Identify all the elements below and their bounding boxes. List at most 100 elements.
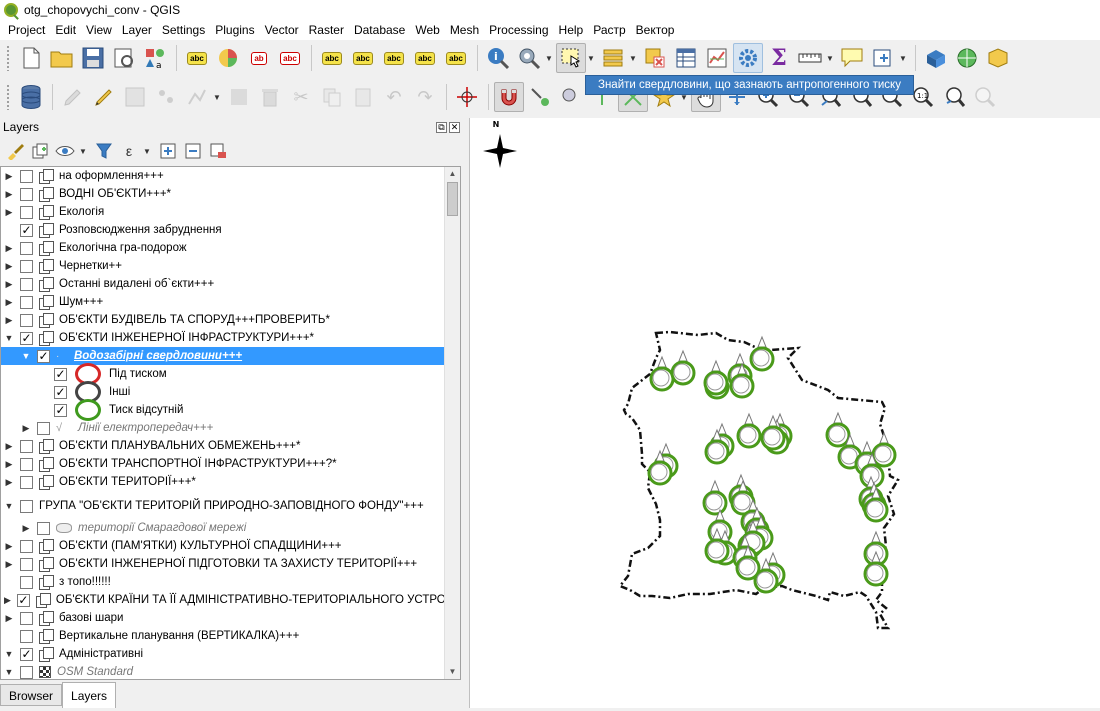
layer-diagram-button[interactable] — [213, 43, 243, 73]
layer-visibility-checkbox[interactable] — [20, 295, 33, 309]
print-layout-button[interactable] — [109, 43, 139, 73]
menu-8[interactable]: Database — [349, 23, 410, 37]
menu-0[interactable]: Project — [3, 23, 50, 37]
bookmark-dropdown[interactable]: ▼ — [899, 43, 907, 73]
map-canvas[interactable]: N — [469, 118, 1100, 708]
layer-visibility-checkbox[interactable] — [20, 187, 33, 201]
expand-arrow-icon[interactable]: ▼ — [4, 501, 14, 511]
layer-tree-row[interactable]: ▶ Шум+++ — [1, 293, 446, 311]
collapse-arrow-icon[interactable]: ▶ — [21, 423, 31, 434]
collapse-arrow-icon[interactable]: ▶ — [21, 523, 31, 534]
layer-tree-row[interactable]: ▶ ОБ'ЄКТИ ПЛАНУВАЛЬНИХ ОБМЕЖЕНЬ+++* — [1, 437, 446, 455]
layer-visibility-checkbox[interactable] — [20, 457, 33, 471]
add-feature-button[interactable] — [151, 82, 181, 112]
menu-14[interactable]: Вектор — [631, 23, 680, 37]
zoom-action-button[interactable] — [556, 82, 586, 112]
collapse-arrow-icon[interactable]: ▶ — [4, 477, 14, 488]
save-project-button[interactable] — [78, 43, 108, 73]
filter-by-expression-button[interactable]: ε — [118, 140, 140, 162]
undo-button[interactable]: ↶ — [379, 82, 409, 112]
expand-arrow-icon[interactable]: ▼ — [4, 649, 14, 659]
tab-layers[interactable]: Layers — [62, 682, 117, 708]
layer-tree-row[interactable]: ✓ Тиск відсутній — [1, 399, 446, 421]
menu-10[interactable]: Mesh — [445, 23, 484, 37]
redo-button[interactable]: ↷ — [410, 82, 440, 112]
layer-visibility-checkbox[interactable] — [20, 575, 33, 589]
toggle-editing-button[interactable] — [89, 82, 119, 112]
map-tips-button[interactable] — [837, 43, 867, 73]
layer-visibility-checkbox[interactable] — [20, 499, 33, 513]
menu-5[interactable]: Plugins — [210, 23, 259, 37]
well-marker[interactable] — [703, 359, 729, 396]
zoom-last-button[interactable] — [939, 82, 969, 112]
label-properties-button[interactable]: abc — [441, 43, 471, 73]
layer-visibility-checkbox[interactable] — [20, 169, 33, 183]
identify-features-button[interactable]: i — [483, 43, 513, 73]
layer-visibility-checkbox[interactable]: ✓ — [20, 647, 33, 661]
layer-tree-row[interactable]: ▶ ОБ'ЄКТИ ТРАНСПОРТНОЇ ІНФРАСТРУКТУРИ+++?… — [1, 455, 446, 473]
processing-toolbox-button[interactable] — [733, 43, 763, 73]
collapse-arrow-icon[interactable]: ▶ — [4, 171, 14, 182]
visibility-dropdown[interactable]: ▼ — [79, 136, 87, 166]
layer-tree-row[interactable]: ▶ Останні видалені об`єкти+++ — [1, 275, 446, 293]
add-georef-point-button[interactable] — [452, 82, 482, 112]
current-edits-button[interactable] — [58, 82, 88, 112]
collapse-arrow-icon[interactable]: ▶ — [4, 595, 11, 606]
move-label-button[interactable]: abc — [317, 43, 347, 73]
paste-features-button[interactable] — [348, 82, 378, 112]
show-hide-labels-button[interactable]: abc — [348, 43, 378, 73]
plugin-2-button[interactable] — [952, 43, 982, 73]
measure-dropdown[interactable]: ▼ — [826, 43, 834, 73]
layer-visibility-checkbox[interactable] — [20, 475, 33, 489]
layer-tree-row[interactable]: ▶ ОБ'ЄКТИ ТЕРИТОРІЇ+++* — [1, 473, 446, 491]
layer-tree-row[interactable]: ▶ √ Лінії електропередач+++ — [1, 419, 446, 437]
layer-visibility-checkbox[interactable]: ✓ — [20, 223, 33, 237]
collapse-arrow-icon[interactable]: ▶ — [4, 261, 14, 272]
layer-tree-row[interactable]: ▶ Чернетки++ — [1, 257, 446, 275]
deselect-features-button[interactable] — [640, 43, 670, 73]
layer-tree-row[interactable]: ▶ ВОДНІ ОБ'ЄКТИ+++* — [1, 185, 446, 203]
collapse-arrow-icon[interactable]: ▶ — [4, 207, 14, 218]
toolbar-handle[interactable] — [6, 45, 10, 71]
vertex-tool-button[interactable] — [182, 82, 212, 112]
delete-selected-button[interactable] — [255, 82, 285, 112]
well-marker[interactable] — [871, 431, 897, 468]
select-dropdown[interactable]: ▼ — [587, 43, 595, 73]
layer-tree-row[interactable]: ▼ ✓ · Водозабірні свердловини+++ — [1, 347, 446, 365]
menu-1[interactable]: Edit — [50, 23, 81, 37]
layer-visibility-checkbox[interactable]: ✓ — [54, 367, 67, 381]
collapse-arrow-icon[interactable]: ▶ — [4, 279, 14, 290]
layer-visibility-checkbox[interactable]: ✓ — [16, 593, 30, 607]
collapse-arrow-icon[interactable]: ▶ — [4, 189, 14, 200]
menu-2[interactable]: View — [81, 23, 117, 37]
open-project-button[interactable] — [47, 43, 77, 73]
statistical-summary-button[interactable] — [702, 43, 732, 73]
cut-features-button[interactable]: ✂ — [286, 82, 316, 112]
layer-tree-row[interactable]: ▶ базові шари — [1, 609, 446, 627]
layer-labeling-button[interactable]: abc — [182, 43, 212, 73]
plugin-3-button[interactable] — [983, 43, 1013, 73]
layer-tree-row[interactable]: ▶ ОБ'ЄКТИ ІНЖЕНЕРНОЇ ПІДГОТОВКИ ТА ЗАХИСТ… — [1, 555, 446, 573]
filter-legend-button[interactable] — [93, 140, 115, 162]
menu-6[interactable]: Vector — [260, 23, 304, 37]
select-by-value-button[interactable] — [598, 43, 628, 73]
collapse-arrow-icon[interactable]: ▶ — [4, 541, 14, 552]
layer-visibility-checkbox[interactable] — [20, 277, 33, 291]
new-bookmark-button[interactable] — [868, 43, 898, 73]
menu-9[interactable]: Web — [410, 23, 444, 37]
measure-line-button[interactable] — [795, 43, 825, 73]
layer-visibility-checkbox[interactable] — [20, 629, 33, 643]
well-marker[interactable] — [749, 335, 775, 372]
layer-tree-row[interactable]: ▶ ✓ ОБ'ЄКТИ КРАЇНИ ТА ЇЇ АДМІНІСТРАТИВНО-Т… — [1, 591, 457, 609]
layer-visibility-checkbox[interactable]: ✓ — [20, 331, 33, 345]
layer-tree-row[interactable]: ▶ Екологічна гра-подорож — [1, 239, 446, 257]
collapse-all-button[interactable] — [182, 140, 204, 162]
scrollbar-thumb[interactable] — [447, 182, 458, 216]
layer-tree-row[interactable]: ▶ території Смарагдової мережі — [1, 519, 446, 537]
scroll-down-arrow[interactable]: ▼ — [445, 665, 460, 679]
collapse-arrow-icon[interactable]: ▶ — [4, 315, 14, 326]
expression-dropdown[interactable]: ▼ — [143, 136, 151, 166]
manage-visibility-button[interactable] — [54, 140, 76, 162]
layer-tree-row[interactable]: ✓ Інші — [1, 381, 446, 403]
run-feature-action-button[interactable] — [514, 43, 544, 73]
